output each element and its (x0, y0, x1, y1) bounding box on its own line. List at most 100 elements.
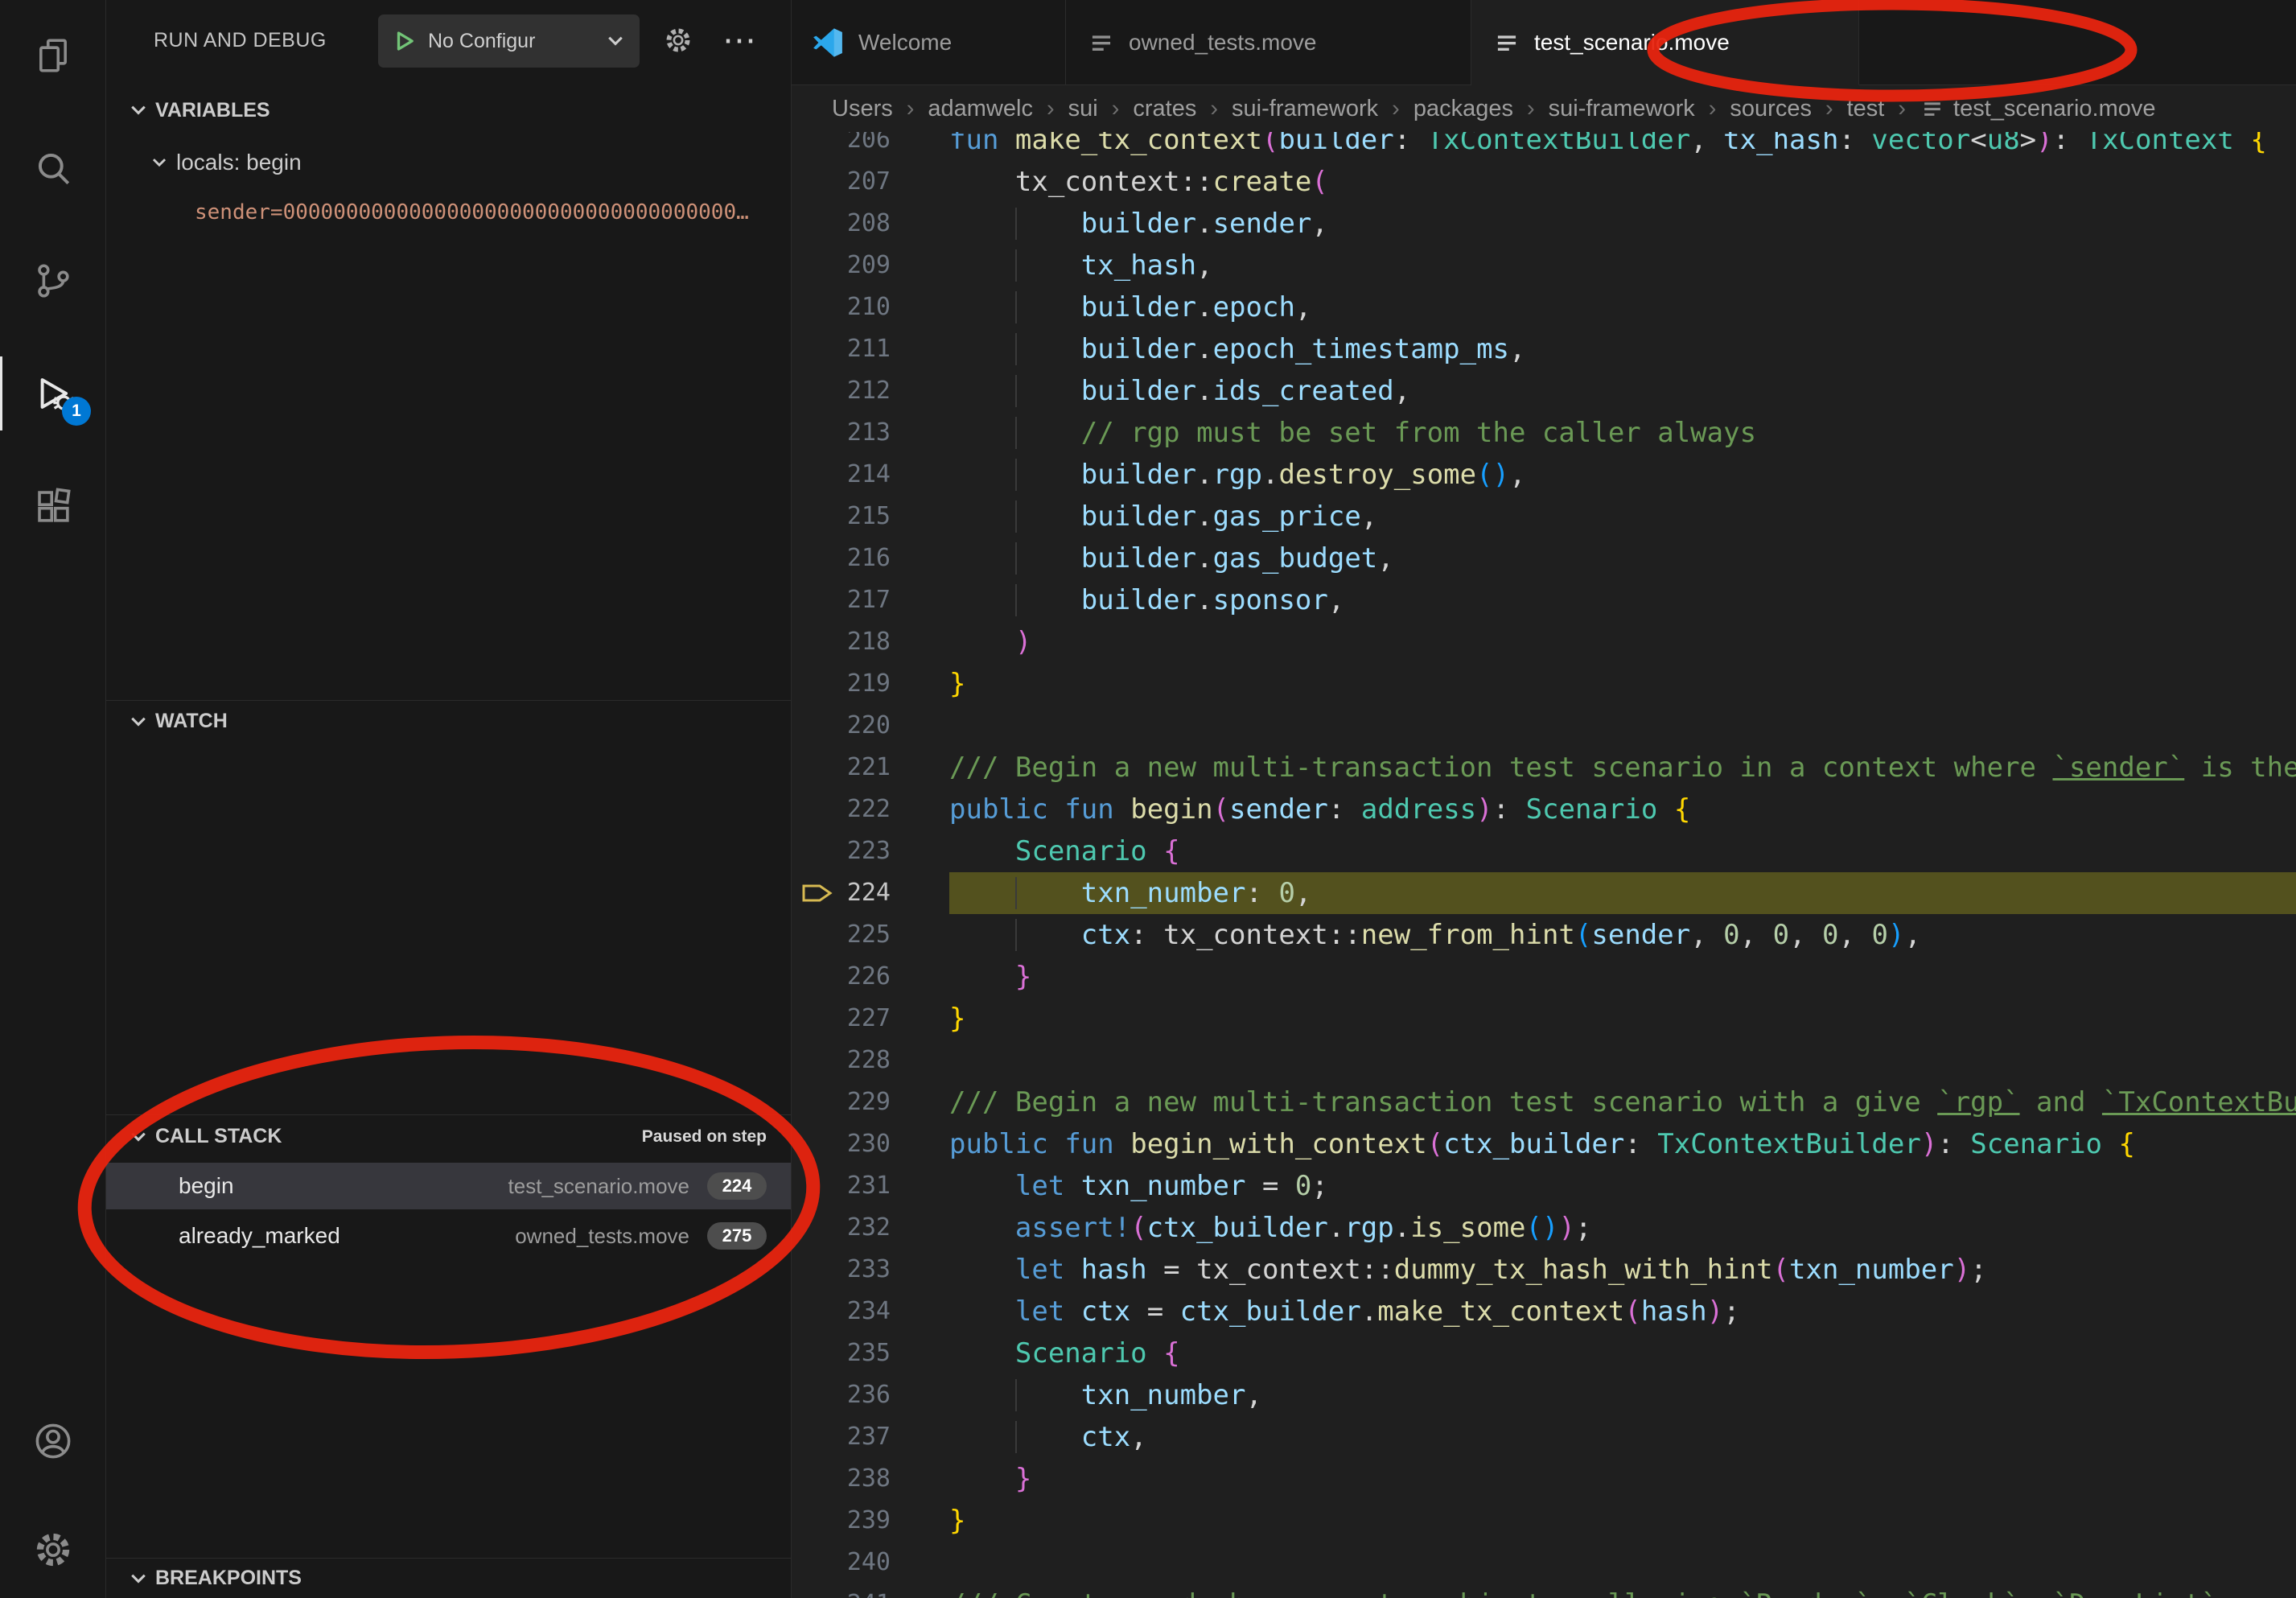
code-line[interactable]: 226 } (791, 956, 2296, 998)
code-line[interactable]: 206fun make_tx_context(builder: TxContex… (791, 132, 2296, 161)
breadcrumb-item[interactable]: sui-framework (1232, 96, 1378, 122)
code-line[interactable]: 220 (791, 705, 2296, 747)
line-number[interactable]: 228 (791, 1040, 891, 1081)
activitybar-settings[interactable] (0, 1501, 105, 1598)
breadcrumb-item[interactable]: crates (1133, 96, 1196, 122)
code-line[interactable]: 232 assert!(ctx_builder.rgp.is_some()); (791, 1207, 2296, 1249)
code-line[interactable]: 237 ctx, (791, 1416, 2296, 1458)
line-number[interactable]: 206 (791, 132, 891, 161)
code-line[interactable]: 229/// Begin a new multi-transaction tes… (791, 1081, 2296, 1123)
breadcrumb-file[interactable]: test_scenario.move (1920, 96, 2155, 122)
breadcrumb-item[interactable]: Users (832, 96, 893, 122)
line-number[interactable]: 214 (791, 454, 891, 496)
activitybar-source-control[interactable] (0, 233, 105, 329)
activitybar-search[interactable] (0, 120, 105, 216)
views-more-button[interactable]: ⋯ (720, 21, 759, 60)
line-number[interactable]: 218 (791, 621, 891, 663)
line-number[interactable]: 223 (791, 830, 891, 872)
line-number[interactable]: 209 (791, 245, 891, 286)
code-line[interactable]: 223 Scenario { (791, 830, 2296, 872)
tab-welcome[interactable]: Welcome (791, 0, 1066, 85)
line-number[interactable]: 210 (791, 286, 891, 328)
line-number[interactable]: 227 (791, 998, 891, 1040)
code-line[interactable]: 219} (791, 663, 2296, 705)
line-number[interactable]: 239 (791, 1500, 891, 1542)
code-line[interactable]: 215 builder.gas_price, (791, 496, 2296, 537)
code-line[interactable]: 230public fun begin_with_context(ctx_bui… (791, 1123, 2296, 1165)
line-number[interactable]: 217 (791, 579, 891, 621)
line-number[interactable]: 233 (791, 1249, 891, 1291)
activitybar-explorer[interactable] (0, 7, 105, 104)
line-number[interactable]: 221 (791, 747, 891, 789)
code-line[interactable]: 212 builder.ids_created, (791, 370, 2296, 412)
breadcrumb-item[interactable]: sources (1730, 96, 1812, 122)
section-call-stack[interactable]: CALL STACK Paused on step (105, 1114, 791, 1158)
code-line[interactable]: 214 builder.rgp.destroy_some(), (791, 454, 2296, 496)
section-breakpoints[interactable]: BREAKPOINTS (105, 1558, 791, 1598)
line-number[interactable]: 212 (791, 370, 891, 412)
code-line[interactable]: 225 ctx: tx_context::new_from_hint(sende… (791, 914, 2296, 956)
code-line[interactable]: 241/// Creates and shares system objects… (791, 1584, 2296, 1598)
line-number[interactable]: 235 (791, 1332, 891, 1374)
line-number[interactable]: 226 (791, 956, 891, 998)
code-line[interactable]: 210 builder.epoch, (791, 286, 2296, 328)
line-number[interactable]: 237 (791, 1416, 891, 1458)
breadcrumb-item[interactable]: adamwelc (928, 96, 1033, 122)
line-number[interactable]: 232 (791, 1207, 891, 1249)
code-line[interactable]: 239} (791, 1500, 2296, 1542)
code-line[interactable]: 238 } (791, 1458, 2296, 1500)
breadcrumb-item[interactable]: test (1847, 96, 1885, 122)
stack-frame-already-marked[interactable]: already_marked owned_tests.move 275 (105, 1213, 791, 1259)
line-number[interactable]: 230 (791, 1123, 891, 1165)
code-line[interactable]: 235 Scenario { (791, 1332, 2296, 1374)
code-line[interactable]: 224 txn_number: 0, (791, 872, 2296, 914)
line-number[interactable]: 216 (791, 537, 891, 579)
activitybar-extensions[interactable] (0, 458, 105, 554)
tab-owned-tests[interactable]: owned_tests.move (1066, 0, 1471, 85)
code-line[interactable]: 227} (791, 998, 2296, 1040)
code-line[interactable]: 209 tx_hash, (791, 245, 2296, 286)
line-number[interactable]: 213 (791, 412, 891, 454)
code-line[interactable]: 231 let txn_number = 0; (791, 1165, 2296, 1207)
breadcrumb-item[interactable]: sui (1068, 96, 1098, 122)
line-number[interactable]: 241 (791, 1584, 891, 1598)
section-variables[interactable]: VARIABLES (105, 91, 791, 130)
line-number[interactable]: 208 (791, 203, 891, 245)
activitybar-run-debug[interactable]: 1 (0, 345, 105, 442)
code-line[interactable]: 222public fun begin(sender: address): Sc… (791, 789, 2296, 830)
code-line[interactable]: 213 // rgp must be set from the caller a… (791, 412, 2296, 454)
line-number[interactable]: 222 (791, 789, 891, 830)
debug-settings-button[interactable] (659, 21, 697, 60)
code-line[interactable]: 218 ) (791, 621, 2296, 663)
variable-sender[interactable]: sender = 0000000000000000000000000000000… (105, 193, 791, 232)
line-number[interactable]: 234 (791, 1291, 891, 1332)
line-number[interactable]: 229 (791, 1081, 891, 1123)
line-number[interactable]: 215 (791, 496, 891, 537)
code-line[interactable]: 216 builder.gas_budget, (791, 537, 2296, 579)
code-line[interactable]: 240 (791, 1542, 2296, 1584)
code-line[interactable]: 211 builder.epoch_timestamp_ms, (791, 328, 2296, 370)
code-line[interactable]: 234 let ctx = ctx_builder.make_tx_contex… (791, 1291, 2296, 1332)
code-line[interactable]: 233 let hash = tx_context::dummy_tx_hash… (791, 1249, 2296, 1291)
breadcrumb-item[interactable]: sui-framework (1549, 96, 1695, 122)
line-number[interactable]: 220 (791, 705, 891, 747)
breadcrumb-item[interactable]: packages (1413, 96, 1513, 122)
line-number[interactable]: 207 (791, 161, 891, 203)
line-number[interactable]: 219 (791, 663, 891, 705)
line-number[interactable]: 225 (791, 914, 891, 956)
section-watch[interactable]: WATCH (105, 700, 791, 742)
line-number[interactable]: 240 (791, 1542, 891, 1584)
code-line[interactable]: 217 builder.sponsor, (791, 579, 2296, 621)
tab-test-scenario[interactable]: test_scenario.move (1471, 0, 1859, 85)
line-number[interactable]: 236 (791, 1374, 891, 1416)
code-line[interactable]: 228 (791, 1040, 2296, 1081)
code-line[interactable]: 208 builder.sender, (791, 203, 2296, 245)
code-line[interactable]: 236 txn_number, (791, 1374, 2296, 1416)
code-line[interactable]: 221/// Begin a new multi-transaction tes… (791, 747, 2296, 789)
line-number[interactable]: 231 (791, 1165, 891, 1207)
line-number[interactable]: 211 (791, 328, 891, 370)
code-line[interactable]: 207 tx_context::create( (791, 161, 2296, 203)
line-number[interactable]: 238 (791, 1458, 891, 1500)
debug-config-dropdown[interactable]: No Configur (378, 14, 640, 68)
code-editor[interactable]: 206fun make_tx_context(builder: TxContex… (791, 132, 2296, 1598)
